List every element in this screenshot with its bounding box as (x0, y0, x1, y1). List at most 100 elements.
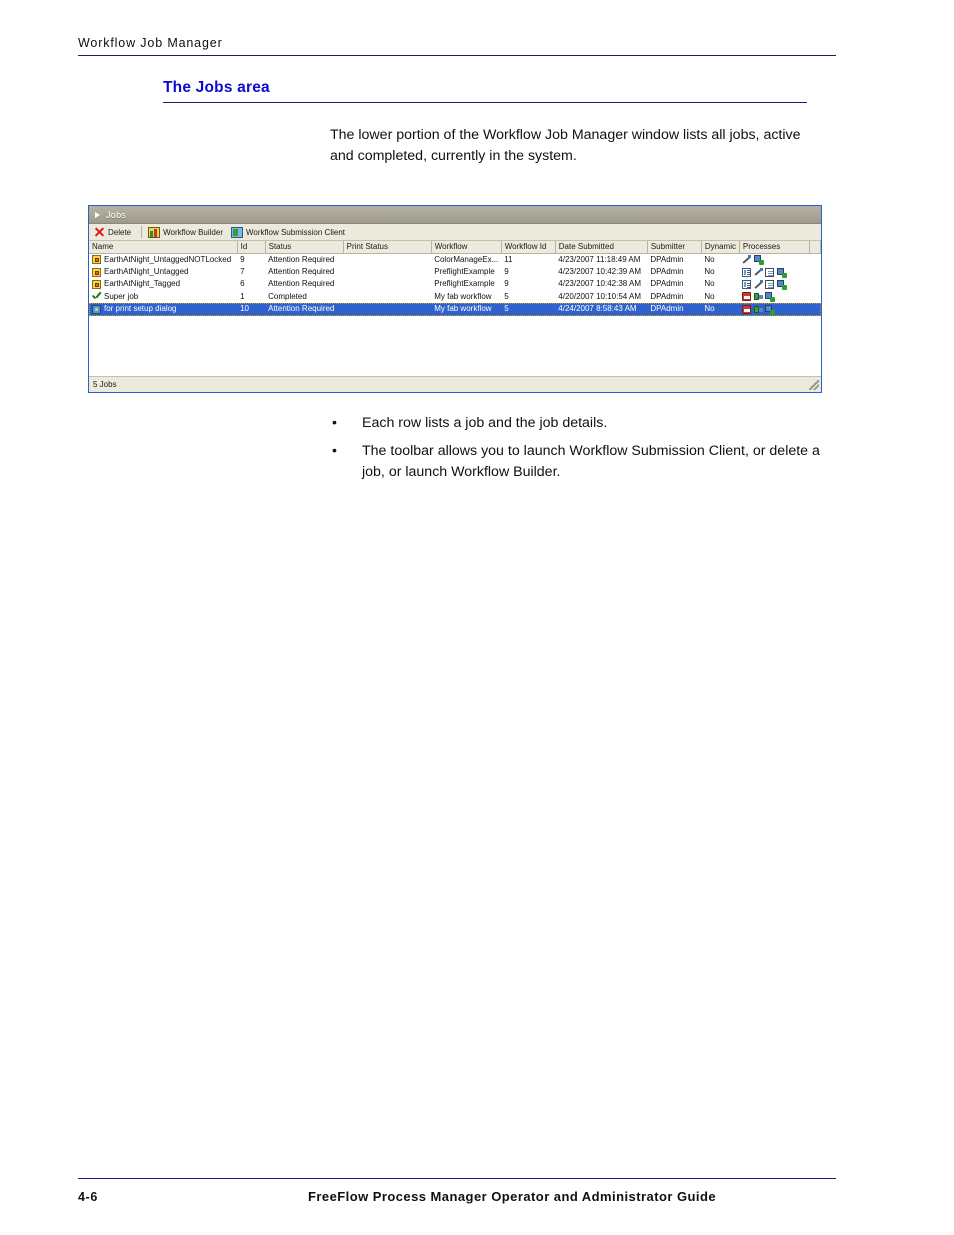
cell-name: for print setup dialog (89, 303, 238, 316)
document-icon[interactable] (765, 267, 775, 277)
cell-print-status (343, 303, 432, 316)
footer-rule (78, 1178, 836, 1179)
column-header-dynamic[interactable]: Dynamic (701, 241, 740, 254)
jobs-toolbar: Delete Workflow Builder Workflow Submiss… (89, 224, 821, 241)
intro-paragraph: The lower portion of the Workflow Job Ma… (330, 127, 801, 164)
output-icon[interactable] (765, 304, 776, 315)
wand-icon[interactable] (742, 255, 752, 264)
cell-status: Attention Required (268, 254, 335, 264)
cell-dynamic: No (704, 266, 715, 276)
job-name-label: Super job (104, 291, 139, 301)
cell-filler (809, 266, 820, 278)
document-icon[interactable] (765, 280, 775, 290)
table-row[interactable]: for print setup dialog 10 Attention Requir… (89, 303, 821, 316)
list-icon[interactable] (742, 280, 752, 290)
jobs-table: Name Id Status Print Status Workflow Wor… (89, 241, 821, 316)
column-header-processes[interactable]: Processes (739, 241, 810, 254)
cell-date-submitted: 4/24/2007 8:58:43 AM (555, 303, 648, 316)
cell-dynamic: No (704, 291, 715, 301)
bullet-list: • Each row lists a job and the job detai… (330, 413, 830, 490)
list-icon[interactable] (742, 267, 752, 277)
bullet-text: Each row lists a job and the job details… (362, 415, 608, 431)
cell-processes (739, 303, 810, 316)
cell-date-submitted: 4/20/2007 10:10:54 AM (558, 291, 642, 301)
delete-button[interactable]: Delete (92, 225, 137, 240)
cell-submitter: DPAdmin (650, 291, 684, 301)
print-icon[interactable] (742, 304, 752, 314)
workflow-job-manager-jobs-panel: Jobs Delete Workflow Builder Workflow Su… (88, 205, 822, 393)
jobs-count-label: 5 Jobs (93, 380, 117, 389)
list-item: • Each row lists a job and the job detai… (330, 413, 830, 434)
red-x-delete-icon (94, 227, 105, 238)
workflow-builder-button-label: Workflow Builder (163, 227, 223, 237)
column-header-print-status[interactable]: Print Status (343, 241, 432, 254)
jobs-list-empty-area[interactable] (89, 315, 821, 365)
column-header-id[interactable]: Id (237, 241, 266, 254)
cell-dynamic: No (704, 279, 715, 289)
gear-job-icon (92, 304, 101, 314)
jobs-table-body: EarthAtNight_UntaggedNOTLocked 9 Attention… (89, 253, 821, 316)
column-header-status[interactable]: Status (265, 241, 344, 254)
job-name-label: for print setup dialog (104, 304, 177, 314)
cell-workflow: PreflightExample (434, 279, 495, 289)
wand-icon[interactable] (754, 280, 763, 289)
column-header-workflow-id[interactable]: Workflow Id (501, 241, 556, 254)
column-header-submitter[interactable]: Submitter (647, 241, 702, 254)
wand-icon[interactable] (754, 267, 763, 277)
jobs-panel-title: Jobs (106, 209, 127, 220)
cell-processes (739, 266, 809, 278)
output-icon[interactable] (753, 255, 764, 266)
table-row[interactable]: EarthAtNight_Tagged 6 Attention Required Pr… (89, 278, 821, 291)
cell-print-status (343, 266, 431, 278)
page-title: The Jobs area (163, 79, 270, 96)
cell-submitter: DPAdmin (650, 254, 684, 264)
output-icon[interactable] (765, 292, 776, 303)
guide-title: FreeFlow Process Manager Operator and Ad… (308, 1189, 717, 1204)
cell-name: EarthAtNight_UntaggedNOTLocked (89, 253, 237, 266)
workflow-builder-button[interactable]: Workflow Builder (146, 225, 229, 240)
output-icon[interactable] (776, 267, 787, 278)
resize-grip-icon[interactable] (809, 380, 819, 390)
cell-workflow-id: 9 (504, 279, 509, 289)
table-row[interactable]: Super job 1 Completed My fab workflow 5 4/20/… (89, 291, 821, 303)
running-head-text: Workflow Job Manager (78, 36, 223, 50)
workflow-submission-client-button[interactable]: Workflow Submission Client (229, 225, 351, 240)
job-name-label: EarthAtNight_Tagged (104, 279, 181, 289)
table-row[interactable]: EarthAtNight_Untagged 7 Attention Required… (89, 266, 821, 278)
cell-workflow-id: 5 (501, 303, 556, 316)
toolbar-separator (141, 226, 143, 238)
running-head: Workflow Job Manager (78, 36, 836, 56)
folder-job-icon (92, 255, 101, 265)
cell-filler (809, 303, 821, 316)
cell-workflow: ColorManageEx... (434, 254, 499, 264)
job-name-label: EarthAtNight_Untagged (104, 266, 189, 276)
cell-date-submitted: 4/23/2007 11:18:49 AM (558, 254, 641, 264)
cell-workflow: My fab workflow (431, 303, 502, 316)
column-header-workflow[interactable]: Workflow (431, 241, 502, 254)
cell-name: Super job (89, 291, 237, 303)
cell-processes (739, 291, 809, 303)
cell-submitter: DPAdmin (647, 303, 702, 316)
cell-status: Attention Required (268, 279, 335, 289)
print-icon[interactable] (742, 292, 752, 302)
section-heading: The Jobs area (163, 79, 807, 103)
bullet-marker: • (332, 415, 337, 431)
bullet-text: The toolbar allows you to launch Workflo… (362, 443, 820, 480)
cell-date-submitted: 4/23/2007 10:42:39 AM (558, 266, 642, 276)
triangle-right-icon[interactable] (95, 211, 100, 218)
list-item: • The toolbar allows you to launch Workf… (330, 441, 830, 483)
column-header-date-submitted[interactable]: Date Submitted (555, 241, 648, 254)
cell-processes (739, 253, 809, 266)
output-icon[interactable] (776, 280, 787, 291)
jobs-panel-titlebar[interactable]: Jobs (89, 206, 821, 224)
column-header-filler (809, 241, 821, 254)
workflow-submission-client-button-label: Workflow Submission Client (246, 227, 345, 237)
cell-name: EarthAtNight_Untagged (89, 266, 237, 278)
table-row[interactable]: EarthAtNight_UntaggedNOTLocked 9 Attention… (89, 253, 821, 266)
column-header-name[interactable]: Name (89, 241, 238, 254)
section-heading-rule (163, 102, 807, 103)
split-icon[interactable] (753, 305, 763, 314)
cell-workflow-id: 5 (504, 291, 509, 301)
cell-status: Attention Required (265, 303, 344, 316)
split-icon[interactable] (753, 292, 763, 301)
